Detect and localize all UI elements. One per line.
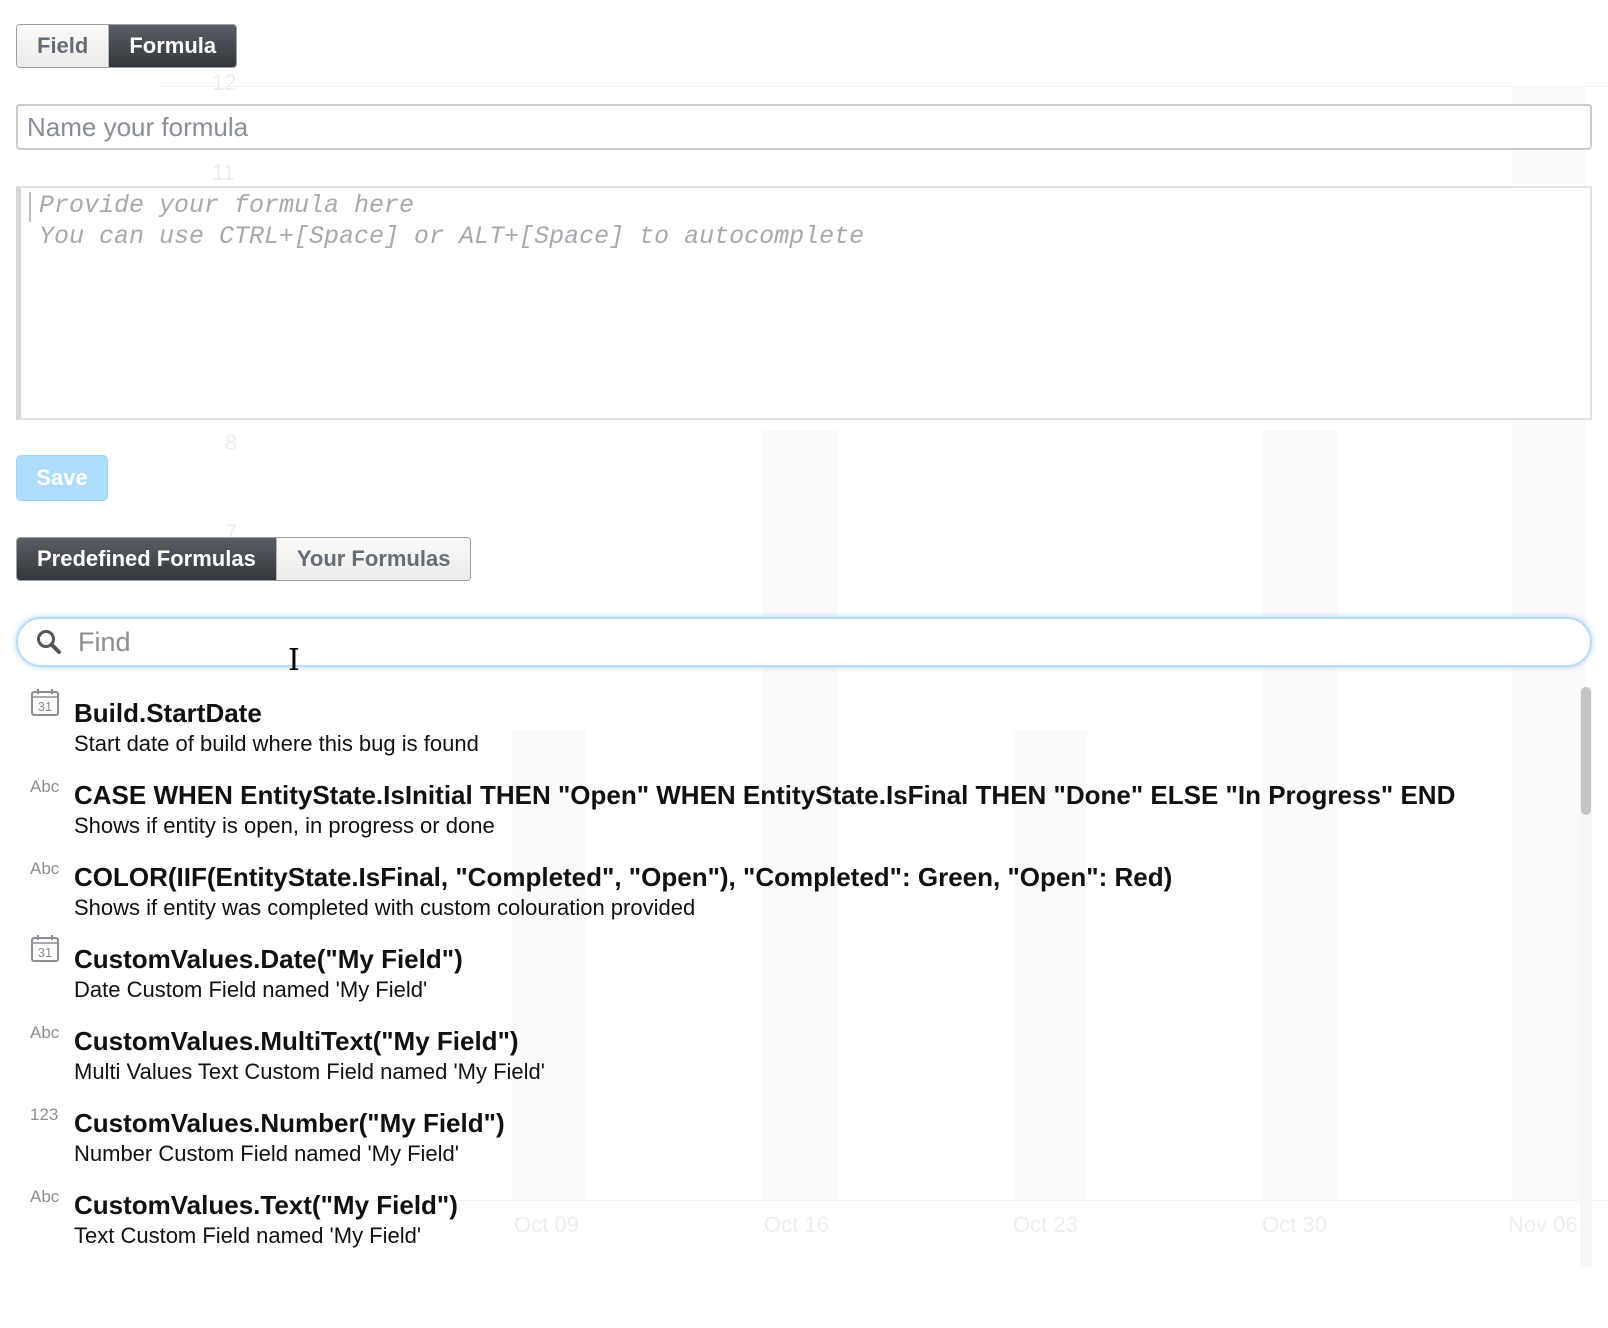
formula-description: Shows if entity was completed with custo… bbox=[74, 895, 696, 920]
formula-list-item[interactable]: 123 CustomValues.Number("My Field") Number… bbox=[16, 1097, 1592, 1179]
formula-tab[interactable]: Formula bbox=[109, 25, 237, 67]
mode-toggle: Field Formula bbox=[16, 24, 238, 68]
formula-title: CustomValues.Text("My Field") bbox=[74, 1190, 458, 1220]
svg-text:31: 31 bbox=[38, 699, 52, 714]
your-formulas-tab[interactable]: Your Formulas bbox=[276, 538, 471, 580]
formula-description: Text Custom Field named 'My Field' bbox=[74, 1223, 422, 1248]
formula-description: Start date of build where this bug is fo… bbox=[74, 731, 479, 756]
calendar-icon: 31 bbox=[16, 933, 74, 1015]
formula-source-tabs: Predefined Formulas Your Formulas bbox=[16, 537, 472, 581]
number-type-icon: 123 bbox=[30, 1105, 59, 1124]
formula-list: 31 Build.StartDate Start date of build whe… bbox=[16, 687, 1592, 1267]
formula-item-text: CustomValues.MultiText("My Field") Multi … bbox=[74, 1015, 1592, 1097]
text-type-icon: Abc bbox=[30, 859, 60, 878]
formula-list-item[interactable]: Abc CASE WHEN EntityState.IsInitial THEN … bbox=[16, 769, 1592, 851]
text-type-icon: Abc bbox=[30, 1187, 60, 1206]
formula-description: Multi Values Text Custom Field named 'My… bbox=[74, 1059, 545, 1084]
editor-placeholder-line1: Provide your formula here bbox=[39, 191, 415, 220]
formula-description: Date Custom Field named 'My Field' bbox=[74, 977, 428, 1002]
formula-list-item[interactable]: 31 CustomValues.Date("My Field") Date Cust… bbox=[16, 933, 1592, 1015]
formula-editor[interactable]: Provide your formula here You can use CT… bbox=[16, 186, 1592, 420]
text-type-icon: Abc bbox=[30, 777, 60, 796]
formula-title: CustomValues.MultiText("My Field") bbox=[74, 1026, 519, 1056]
search-box: I bbox=[16, 617, 1592, 678]
formula-title: COLOR(IIF(EntityState.IsFinal, "Complete… bbox=[74, 862, 1173, 892]
formula-item-text: CASE WHEN EntityState.IsInitial THEN "Op… bbox=[74, 769, 1592, 851]
formula-name-input[interactable] bbox=[16, 104, 1592, 150]
scrollbar-thumb[interactable] bbox=[1581, 687, 1591, 815]
formula-list-item[interactable]: Abc CustomValues.MultiText("My Field") Mul… bbox=[16, 1015, 1592, 1097]
formula-item-text: Build.StartDate Start date of build where… bbox=[74, 687, 1592, 769]
search-input[interactable] bbox=[76, 625, 1480, 659]
formula-list-item[interactable]: Abc CustomValues.Text("My Field") Text Cus… bbox=[16, 1179, 1592, 1261]
formula-item-text: COLOR(IIF(EntityState.IsFinal, "Complete… bbox=[74, 851, 1592, 933]
formula-title: CustomValues.Number("My Field") bbox=[74, 1108, 505, 1138]
formula-description: Number Custom Field named 'My Field' bbox=[74, 1141, 459, 1166]
search-icon bbox=[34, 627, 64, 657]
formula-description: Shows if entity is open, in progress or … bbox=[74, 813, 495, 838]
field-tab[interactable]: Field bbox=[17, 25, 110, 67]
formula-item-text: CustomValues.Text("My Field") Text Custom… bbox=[74, 1179, 1592, 1261]
formula-item-text: CustomValues.Date("My Field") Date Custom… bbox=[74, 933, 1592, 1015]
text-cursor bbox=[29, 192, 31, 222]
calendar-icon: 31 bbox=[16, 687, 74, 769]
predefined-formulas-tab[interactable]: Predefined Formulas bbox=[17, 538, 277, 580]
formula-list-item[interactable]: Abc COLOR(IIF(EntityState.IsFinal, "Compl… bbox=[16, 851, 1592, 933]
formula-title: Build.StartDate bbox=[74, 698, 262, 728]
formula-panel: Field Formula Provide your formula here … bbox=[16, 24, 1592, 1267]
text-type-icon: Abc bbox=[30, 1023, 60, 1042]
svg-text:31: 31 bbox=[38, 945, 52, 960]
list-scrollbar[interactable] bbox=[1580, 687, 1592, 1267]
formula-title: CASE WHEN EntityState.IsInitial THEN "Op… bbox=[74, 780, 1456, 810]
save-button[interactable]: Save bbox=[16, 455, 108, 501]
editor-placeholder-line2: You can use CTRL+[Space] or ALT+[Space] … bbox=[39, 222, 865, 251]
ibeam-cursor-icon: I bbox=[288, 643, 300, 678]
formula-item-text: CustomValues.Number("My Field") Number Cu… bbox=[74, 1097, 1592, 1179]
formula-list-item[interactable]: 31 Build.StartDate Start date of build whe… bbox=[16, 687, 1592, 769]
formula-title: CustomValues.Date("My Field") bbox=[74, 944, 463, 974]
